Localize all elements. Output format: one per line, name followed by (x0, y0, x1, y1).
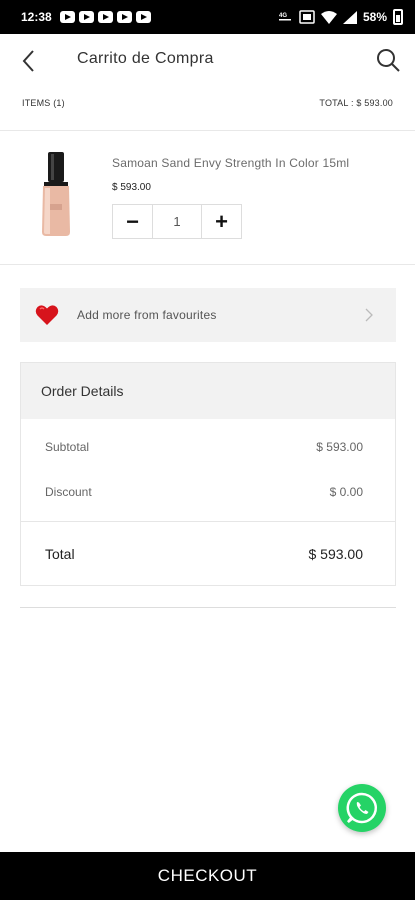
cart-summary: ITEMS (1) TOTAL : $ 593.00 (22, 98, 393, 118)
battery-percent: 58% (362, 10, 387, 24)
youtube-icon (135, 11, 151, 23)
add-from-favourites-button[interactable]: Add more from favourites (20, 288, 396, 342)
quantity-value: 1 (152, 205, 202, 238)
divider (20, 607, 396, 608)
discount-row: Discount $ 0.00 (45, 485, 363, 499)
product-price: $ 593.00 (112, 182, 151, 193)
subtotal-value: $ 593.00 (316, 440, 363, 454)
battery-icon (393, 9, 403, 25)
discount-label: Discount (45, 485, 92, 499)
youtube-icon (116, 11, 132, 23)
whatsapp-button[interactable] (338, 784, 386, 832)
checkout-button[interactable]: CHECKOUT (0, 852, 415, 900)
wifi-icon (320, 10, 337, 24)
product-name[interactable]: Samoan Sand Envy Strength In Color 15ml (112, 156, 349, 170)
app-header: Carrito de Compra (0, 34, 415, 88)
notification-icons (59, 11, 151, 23)
back-button[interactable] (18, 48, 42, 74)
total-label: Total (45, 546, 75, 562)
heart-icon (35, 305, 59, 325)
search-icon (377, 49, 400, 72)
total-row: Total $ 593.00 (45, 546, 363, 562)
quantity-stepper: − 1 + (112, 204, 242, 239)
svg-text:4G: 4G (279, 13, 287, 19)
divider (21, 521, 395, 522)
search-button[interactable] (375, 46, 401, 74)
cart-total: TOTAL : $ 593.00 (319, 98, 393, 108)
cart-item: Samoan Sand Envy Strength In Color 15ml … (0, 140, 415, 250)
status-right: 4G 58% (278, 9, 403, 25)
items-count: ITEMS (1) (22, 98, 65, 108)
total-value: $ 593.00 (308, 546, 364, 562)
discount-value: $ 0.00 (329, 485, 363, 499)
divider (0, 130, 415, 131)
volte-icon: 4G (278, 11, 293, 23)
order-details-card: Order Details Subtotal $ 593.00 Discount… (20, 362, 396, 586)
order-details-title: Order Details (21, 363, 395, 419)
chevron-left-icon (22, 50, 34, 72)
signal-icon (342, 10, 357, 24)
youtube-icon (78, 11, 94, 23)
chevron-right-icon (365, 308, 373, 322)
sim-icon (299, 10, 315, 24)
divider (0, 264, 415, 265)
subtotal-row: Subtotal $ 593.00 (45, 440, 363, 454)
decrease-quantity-button[interactable]: − (113, 205, 152, 238)
status-bar: 12:38 4G 58% (0, 0, 415, 34)
product-image[interactable] (40, 152, 72, 236)
status-time: 12:38 (21, 10, 52, 24)
increase-quantity-button[interactable]: + (202, 205, 241, 238)
favourites-label: Add more from favourites (77, 308, 217, 322)
page-title: Carrito de Compra (77, 50, 214, 67)
whatsapp-icon (346, 792, 378, 824)
subtotal-label: Subtotal (45, 440, 90, 454)
youtube-icon (59, 11, 75, 23)
youtube-icon (97, 11, 113, 23)
